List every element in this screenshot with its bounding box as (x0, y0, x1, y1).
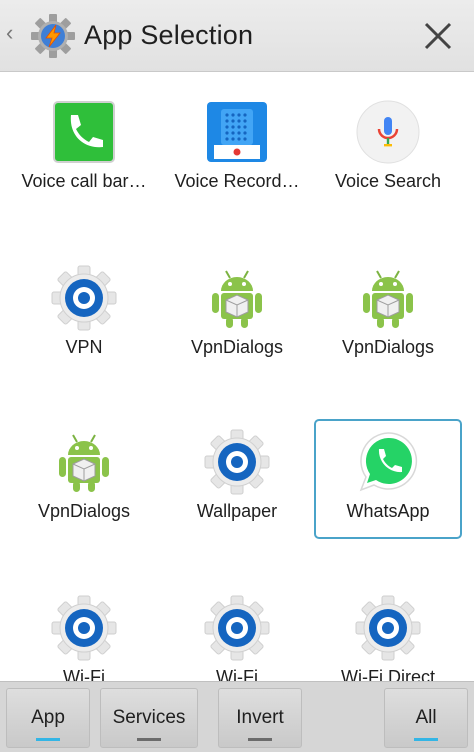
tab-indicator (137, 738, 161, 741)
title-bar: ‹ App Selection (0, 0, 474, 72)
whatsapp-icon (359, 432, 418, 492)
app-tile-wifi[interactable]: Wi-Fi (163, 589, 311, 681)
system-gear-icon (51, 265, 117, 331)
tab-label: Services (112, 707, 186, 728)
app-label: Wallpaper (196, 501, 278, 521)
tab-active-indicator (414, 738, 438, 741)
tab-label: App (31, 707, 65, 728)
page-title: App Selection (84, 20, 254, 50)
app-grid: Voice call bar… Voice Record… Voice Sear… (0, 73, 474, 681)
voice-recorder-icon (207, 102, 267, 162)
app-label: VPN (65, 337, 103, 357)
tab-active-indicator (36, 738, 60, 741)
back-chevron-icon[interactable]: ‹ (6, 22, 13, 44)
app-tile-vpndialogs[interactable]: VpnDialogs (314, 259, 462, 379)
app-label: VpnDialogs (341, 337, 435, 357)
tab-app[interactable]: App (6, 688, 90, 748)
app-tile-voice-search[interactable]: Voice Search (314, 93, 462, 213)
app-label: Wi-Fi (216, 667, 258, 681)
system-gear-icon (355, 595, 421, 661)
app-label: VpnDialogs (37, 501, 131, 521)
app-tile-wifi-direct[interactable]: Wi-Fi Direct (314, 589, 462, 681)
app-tile-wifi[interactable]: Wi-Fi (10, 589, 158, 681)
app-tile-wallpaper[interactable]: Wallpaper (163, 423, 311, 543)
app-label: Wi-Fi Direct (341, 667, 435, 681)
tasker-gear-lightning-icon (31, 14, 75, 58)
app-label: Voice call bar… (21, 171, 147, 191)
android-package-icon (59, 434, 109, 492)
android-package-icon (212, 270, 262, 328)
tab-indicator (248, 738, 272, 741)
app-label: Voice Record… (174, 171, 300, 191)
app-label: Voice Search (334, 171, 442, 191)
tab-label: All (415, 707, 437, 728)
tab-services[interactable]: Services (100, 688, 198, 748)
app-tile-vpn[interactable]: VPN (10, 259, 158, 379)
system-gear-icon (204, 429, 270, 495)
phone-icon (53, 101, 115, 163)
app-tile-voice-recorder[interactable]: Voice Record… (163, 93, 311, 213)
close-icon[interactable] (420, 18, 456, 54)
tab-all[interactable]: All (384, 688, 468, 748)
microphone-icon (356, 100, 420, 164)
system-gear-icon (51, 595, 117, 661)
app-label: Wi-Fi (63, 667, 105, 681)
android-package-icon (363, 270, 413, 328)
app-tile-vpndialogs[interactable]: VpnDialogs (163, 259, 311, 379)
tab-invert[interactable]: Invert (218, 688, 302, 748)
system-gear-icon (204, 595, 270, 661)
filter-bar: App Services Invert All (0, 681, 474, 752)
app-label: WhatsApp (346, 501, 430, 521)
tab-label: Invert (236, 707, 284, 728)
app-tile-vpndialogs[interactable]: VpnDialogs (10, 423, 158, 543)
app-tile-whatsapp[interactable]: WhatsApp (314, 419, 462, 539)
app-label: VpnDialogs (190, 337, 284, 357)
app-tile-voice-call-barring[interactable]: Voice call bar… (10, 93, 158, 213)
